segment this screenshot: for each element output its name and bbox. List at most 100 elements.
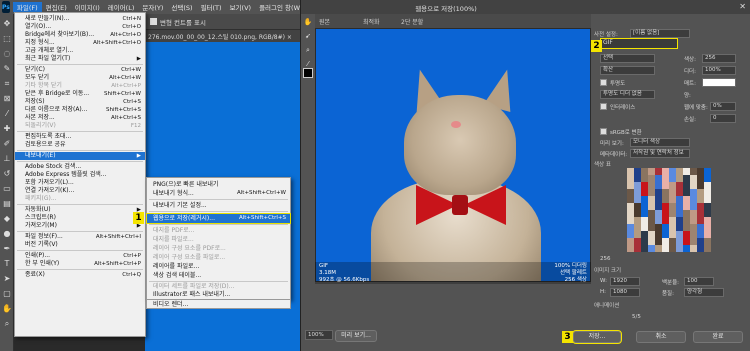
palette-swatch[interactable] — [627, 231, 634, 238]
palette-swatch[interactable] — [697, 224, 704, 231]
palette-swatch[interactable] — [697, 231, 704, 238]
palette-swatch[interactable] — [641, 245, 648, 252]
palette-swatch[interactable] — [627, 175, 634, 182]
palette-swatch[interactable] — [683, 175, 690, 182]
submenu-item-save-for-web[interactable]: 웹용으로 저장(레거시)... Alt+Shift+Ctrl+S — [146, 213, 291, 224]
palette-swatch[interactable] — [641, 231, 648, 238]
palette-swatch[interactable] — [697, 175, 704, 182]
tab-2-up[interactable]: 2단 분할 — [401, 17, 423, 26]
palette-swatch[interactable] — [704, 245, 711, 252]
menu-file[interactable]: 파일(F) — [12, 2, 42, 12]
palette-swatch[interactable] — [662, 196, 669, 203]
palette-swatch[interactable] — [655, 175, 662, 182]
palette-swatch[interactable] — [704, 203, 711, 210]
palette-swatch[interactable] — [697, 238, 704, 245]
palette-swatch[interactable] — [676, 217, 683, 224]
matte-color-field[interactable] — [702, 78, 736, 87]
palette-swatch[interactable] — [662, 217, 669, 224]
zoom-tool-icon[interactable]: ⌕ — [303, 46, 313, 56]
zoom-tool-icon[interactable]: ⌕ — [2, 319, 12, 329]
palette-swatch[interactable] — [676, 189, 683, 196]
palette-swatch[interactable] — [669, 217, 676, 224]
palette-swatch[interactable] — [690, 238, 697, 245]
palette-swatch[interactable] — [662, 189, 669, 196]
menu-plugins-window[interactable]: 플러그인 창(W) — [255, 2, 306, 12]
palette-swatch[interactable] — [655, 231, 662, 238]
lasso-tool-icon[interactable]: ◌ — [2, 49, 12, 59]
blur-tool-icon[interactable]: ◆ — [2, 214, 12, 224]
format-select[interactable]: GIF — [600, 38, 678, 49]
palette-swatch[interactable] — [662, 203, 669, 210]
percent-field[interactable]: 100 — [684, 277, 714, 286]
palette-swatch[interactable] — [704, 175, 711, 182]
gradient-tool-icon[interactable]: ▤ — [2, 199, 12, 209]
palette-swatch[interactable] — [627, 217, 634, 224]
palette-swatch[interactable] — [634, 189, 641, 196]
palette-swatch[interactable] — [641, 168, 648, 175]
palette-swatch[interactable] — [704, 231, 711, 238]
palette-swatch[interactable] — [627, 224, 634, 231]
palette-swatch[interactable] — [655, 217, 662, 224]
palette-swatch[interactable] — [683, 224, 690, 231]
palette-swatch[interactable] — [655, 196, 662, 203]
palette-swatch[interactable] — [669, 245, 676, 252]
palette-swatch[interactable] — [655, 203, 662, 210]
palette-swatch[interactable] — [690, 168, 697, 175]
eraser-tool-icon[interactable]: ▭ — [2, 184, 12, 194]
palette-swatch[interactable] — [648, 210, 655, 217]
palette-swatch[interactable] — [648, 182, 655, 189]
palette-swatch[interactable] — [641, 217, 648, 224]
submenu-item-export-as[interactable]: 내보내기 형식... Alt+Shift+Ctrl+W — [147, 189, 290, 198]
palette-swatch[interactable] — [662, 168, 669, 175]
palette-swatch[interactable] — [676, 168, 683, 175]
submenu-item-layers-to-files[interactable]: 레이어를 파일로... — [147, 262, 290, 271]
palette-swatch[interactable] — [676, 231, 683, 238]
palette-swatch[interactable] — [697, 196, 704, 203]
menu-image[interactable]: 이미지(I) — [71, 2, 104, 12]
palette-swatch[interactable] — [634, 168, 641, 175]
palette-swatch[interactable] — [683, 231, 690, 238]
palette-swatch[interactable] — [683, 189, 690, 196]
menu-item-open-recent[interactable]: 최근 파일 열기(T) ▶ — [15, 55, 145, 63]
submenu-item-color-lookup[interactable]: 색상 검색 테이블... — [147, 271, 290, 280]
submenu-item-quick-export-png[interactable]: PNG(으)로 빠른 내보내기 — [147, 180, 290, 189]
palette-swatch[interactable] — [669, 196, 676, 203]
menu-item-version-history[interactable]: 버전 기록(V) — [15, 241, 145, 249]
palette-swatch[interactable] — [669, 203, 676, 210]
palette-swatch[interactable] — [676, 245, 683, 252]
palette-swatch[interactable] — [690, 196, 697, 203]
palette-swatch[interactable] — [648, 217, 655, 224]
palette-swatch[interactable] — [662, 182, 669, 189]
palette-swatch[interactable] — [648, 196, 655, 203]
palette-swatch[interactable] — [669, 210, 676, 217]
history-brush-icon[interactable]: ↺ — [2, 169, 12, 179]
palette-swatch[interactable] — [697, 182, 704, 189]
palette-swatch[interactable] — [697, 210, 704, 217]
palette-swatch[interactable] — [683, 217, 690, 224]
palette-swatch[interactable] — [676, 224, 683, 231]
palette-swatch[interactable] — [704, 189, 711, 196]
palette-swatch[interactable] — [648, 203, 655, 210]
palette-swatch[interactable] — [683, 168, 690, 175]
palette-swatch[interactable] — [697, 203, 704, 210]
menu-item-export[interactable]: 내보내기(E) ▶ — [15, 152, 145, 161]
palette-swatch[interactable] — [655, 224, 662, 231]
palette-swatch[interactable] — [676, 238, 683, 245]
palette-swatch[interactable] — [690, 217, 697, 224]
stamp-tool-icon[interactable]: ⊥ — [2, 154, 12, 164]
path-select-icon[interactable]: ➤ — [2, 274, 12, 284]
palette-swatch[interactable] — [683, 210, 690, 217]
palette-swatch[interactable] — [641, 196, 648, 203]
tab-optimized[interactable]: 최적화 — [363, 17, 380, 26]
submenu-item-render-video[interactable]: 비디오 렌더... — [146, 300, 291, 309]
convert-srgb-checkbox[interactable] — [600, 128, 607, 135]
palette-swatch[interactable] — [627, 168, 634, 175]
menu-item-share-for-review[interactable]: 검토용으로 공유 — [15, 141, 145, 149]
palette-swatch[interactable] — [641, 210, 648, 217]
palette-swatch[interactable] — [627, 182, 634, 189]
done-button[interactable]: 완료 — [693, 331, 743, 343]
web-snap-field[interactable]: 0% — [710, 102, 736, 111]
palette-swatch[interactable] — [676, 203, 683, 210]
palette-swatch[interactable] — [669, 168, 676, 175]
palette-swatch[interactable] — [627, 210, 634, 217]
